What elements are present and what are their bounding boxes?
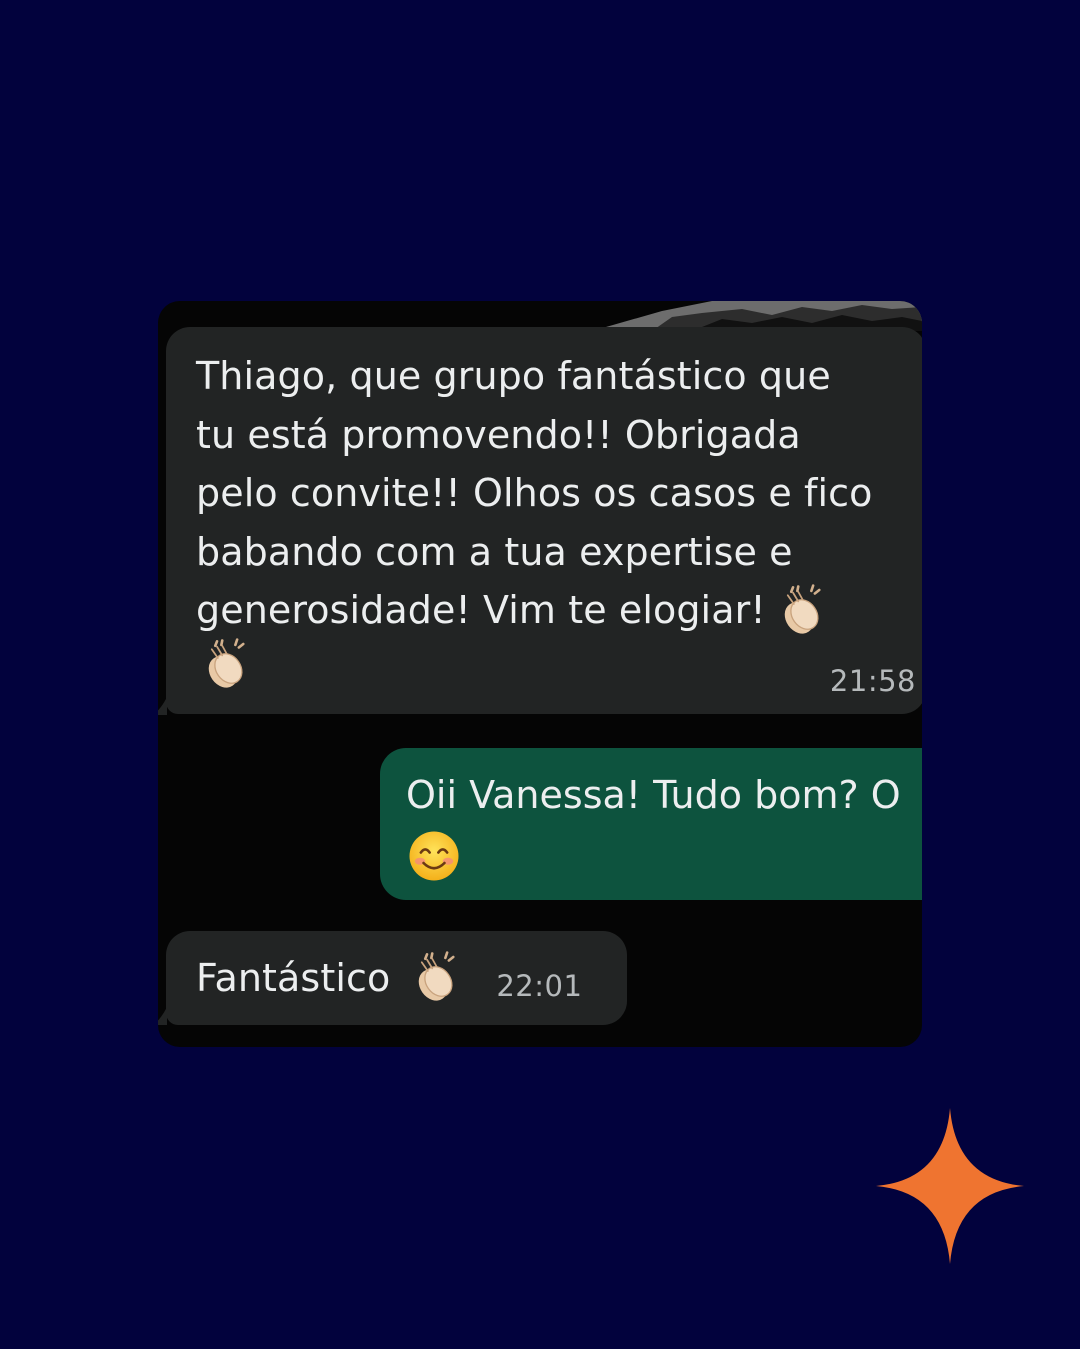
emoji-line <box>406 828 922 884</box>
message-timestamp: 21:58 <box>829 664 916 698</box>
bubble-tail <box>158 1007 167 1025</box>
clapping-hands-icon <box>208 637 245 688</box>
bubble-tail <box>158 697 167 715</box>
four-point-sparkle-icon <box>876 1108 1024 1264</box>
chat-screenshot-card: Thiago, que grupo fantástico que tu está… <box>158 301 922 1047</box>
incoming-message-bubble[interactable]: Fantástico 22:01 <box>166 931 627 1025</box>
message-text: Oii Vanessa! Tudo bom? O <box>406 773 901 817</box>
emoji-line <box>196 637 916 695</box>
outgoing-message-bubble[interactable]: Oii Vanessa! Tudo bom? O <box>380 748 922 900</box>
message-timestamp: 22:01 <box>496 969 583 1003</box>
clapping-hands-icon <box>784 583 821 634</box>
smiling-face-icon <box>409 831 459 881</box>
clapping-hands-icon <box>419 951 455 1001</box>
message-text: Fantástico <box>196 956 391 1000</box>
incoming-message-bubble[interactable]: Thiago, que grupo fantástico que tu está… <box>166 327 922 714</box>
message-text: Thiago, que grupo fantástico que tu está… <box>196 347 916 641</box>
